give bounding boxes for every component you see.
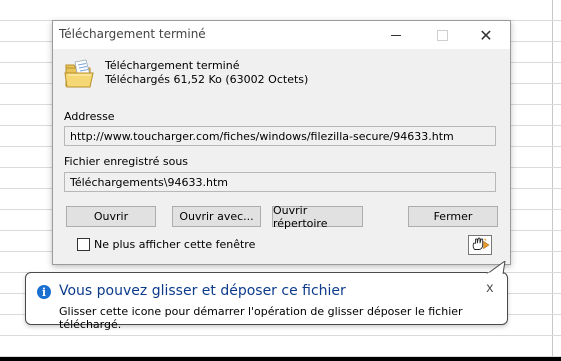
dont-show-again-option[interactable]: Ne plus afficher cette fenêtre [77, 238, 255, 251]
close-window-button[interactable]: ✕ [463, 21, 509, 49]
maximize-icon [436, 29, 448, 41]
tooltip-title: Vous pouvez glisser et déposer ce fichie… [59, 283, 346, 299]
open-button[interactable]: Ouvrir [66, 206, 156, 227]
dont-show-again-checkbox[interactable] [77, 238, 90, 251]
close-button[interactable]: Fermer [408, 206, 498, 227]
open-with-button[interactable]: Ouvrir avec... [172, 206, 261, 227]
minimize-button[interactable] [373, 21, 419, 49]
dialog-body: Téléchargement terminé Téléchargés 61,52… [53, 49, 510, 264]
drag-drop-tooltip: i Vous pouvez glisser et déposer ce fich… [25, 261, 508, 331]
minimize-icon [391, 34, 401, 36]
saved-path-field[interactable]: Téléchargements\94633.htm [64, 172, 496, 192]
tooltip-text: Glisser cette icone pour démarrer l'opér… [59, 305, 463, 331]
tooltip-tail [486, 261, 506, 274]
status-heading: Téléchargement terminé [105, 59, 240, 72]
maximize-button [419, 21, 465, 49]
window-title: Téléchargement terminé [59, 27, 206, 41]
address-field[interactable]: http://www.toucharger.com/fiches/windows… [64, 126, 496, 146]
tooltip-close-icon[interactable]: x [486, 281, 494, 296]
title-bar[interactable]: Téléchargement terminé ✕ [53, 21, 510, 49]
info-icon: i [37, 285, 51, 299]
download-size-text: Téléchargés 61,52 Ko (63002 Octets) [105, 73, 309, 86]
drag-drop-icon[interactable] [468, 235, 492, 255]
folder-icon [64, 59, 94, 88]
download-complete-dialog: Téléchargement terminé ✕ Téléchargement … [52, 20, 511, 265]
dont-show-again-label: Ne plus afficher cette fenêtre [94, 238, 256, 251]
saved-as-label: Fichier enregistré sous [64, 155, 189, 168]
address-label: Addresse [64, 110, 115, 123]
open-folder-button[interactable]: Ouvrir répertoire [272, 204, 363, 230]
